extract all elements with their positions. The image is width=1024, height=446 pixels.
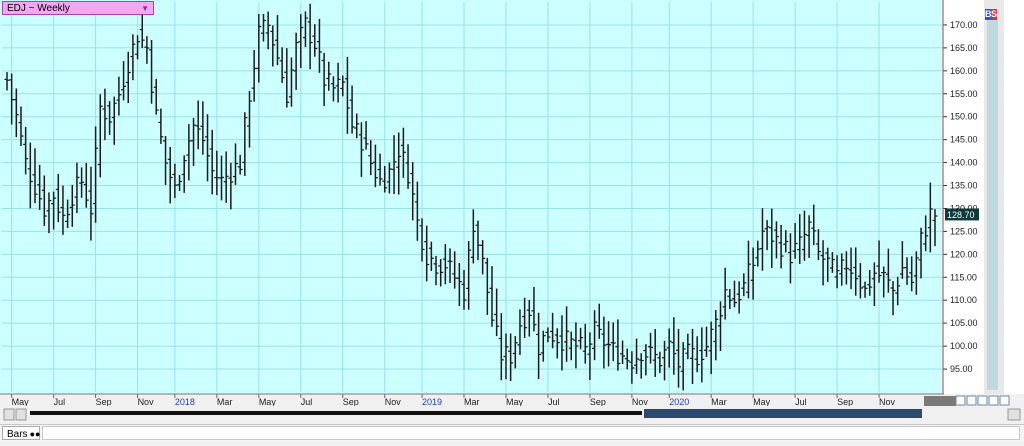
y-tick-label: 115.00 <box>950 272 977 282</box>
symbol-label: EDJ ~ Weekly <box>7 3 70 14</box>
y-tick-label: 145.00 <box>950 135 978 145</box>
zoom-out-button[interactable] <box>966 395 977 406</box>
y-tick-label: 110.00 <box>950 295 977 305</box>
down-button[interactable] <box>988 395 999 406</box>
x-tick-label: May <box>753 397 771 407</box>
y-tick-label: 120.00 <box>950 249 978 259</box>
scroll-track[interactable] <box>30 411 642 415</box>
status-bar: Bars ●● <box>0 424 1024 442</box>
y-tick-label: 165.00 <box>950 43 978 53</box>
price-chart[interactable]: 95.00 100.00 105.00 110.00 115.00 120.00 125.0… <box>0 0 1024 441</box>
x-tick-label: Mar <box>711 397 727 407</box>
side-panel-right <box>1004 0 1024 394</box>
scroll-end-button[interactable] <box>1007 408 1021 421</box>
zoom-in-button[interactable] <box>955 395 966 406</box>
chart-svg: 95.00 100.00 105.00 110.00 115.00 120.00 125.0… <box>0 0 1024 424</box>
up-button[interactable] <box>977 395 988 406</box>
x-tick-label: Nov <box>138 397 155 407</box>
status-field <box>42 426 1020 440</box>
x-tick-label: Mar <box>217 397 233 407</box>
scroll-left-button[interactable] <box>3 408 15 421</box>
y-tick-label: 170.00 <box>950 20 978 30</box>
y-tick-label: 125.00 <box>950 226 978 236</box>
scroll-thumb[interactable] <box>644 409 922 418</box>
y-tick-label: 95.00 <box>950 364 973 374</box>
x-tick-label: Sep <box>343 397 359 407</box>
x-tick-label: Mar <box>464 397 480 407</box>
y-tick-label: 150.00 <box>950 112 978 122</box>
sell-indicator[interactable]: S <box>991 9 997 20</box>
x-tick-label: Nov <box>385 397 402 407</box>
side-scroll-track[interactable] <box>987 20 998 390</box>
glasses-icon: ●● <box>29 429 41 439</box>
x-tick-label: May <box>259 397 277 407</box>
zoom-block <box>924 396 956 406</box>
x-tick-label: Sep <box>96 397 112 407</box>
x-tick-label: Sep <box>590 397 606 407</box>
x-tick-label: May <box>12 397 30 407</box>
x-tick-label: May <box>506 397 524 407</box>
y-axis-panel <box>944 0 984 394</box>
x-tick-label: Nov <box>879 397 896 407</box>
y-tick-label: 155.00 <box>950 89 978 99</box>
x-tick-label: 2019 <box>422 397 442 407</box>
x-tick-label: Jul <box>548 397 560 407</box>
bars-tab-label: Bars <box>7 429 28 440</box>
y-tick-label: 135.00 <box>950 181 978 191</box>
x-tick-label: 2018 <box>175 397 195 407</box>
x-tick-label: Jul <box>301 397 313 407</box>
last-price-label: 128.70 <box>947 210 975 220</box>
x-tick-label: 2020 <box>669 397 689 407</box>
y-tick-label: 160.00 <box>950 66 978 76</box>
x-tick-label: Nov <box>632 397 649 407</box>
fit-button[interactable] <box>999 395 1010 406</box>
bars-tab[interactable]: Bars ●● <box>2 426 40 440</box>
y-tick-label: 140.00 <box>950 158 978 168</box>
x-tick-label: Jul <box>795 397 807 407</box>
triangle-down-icon[interactable]: ▼ <box>141 2 149 16</box>
x-tick-label: Sep <box>837 397 853 407</box>
y-tick-label: 105.00 <box>950 318 978 328</box>
y-tick-label: 100.00 <box>950 341 978 351</box>
buy-sell-indicator[interactable]: BS <box>985 9 997 20</box>
scroll-right-button[interactable] <box>15 408 27 421</box>
plot-area[interactable] <box>0 0 944 394</box>
x-tick-label: Jul <box>54 397 66 407</box>
symbol-selector[interactable]: EDJ ~ Weekly ▼ <box>2 1 154 15</box>
